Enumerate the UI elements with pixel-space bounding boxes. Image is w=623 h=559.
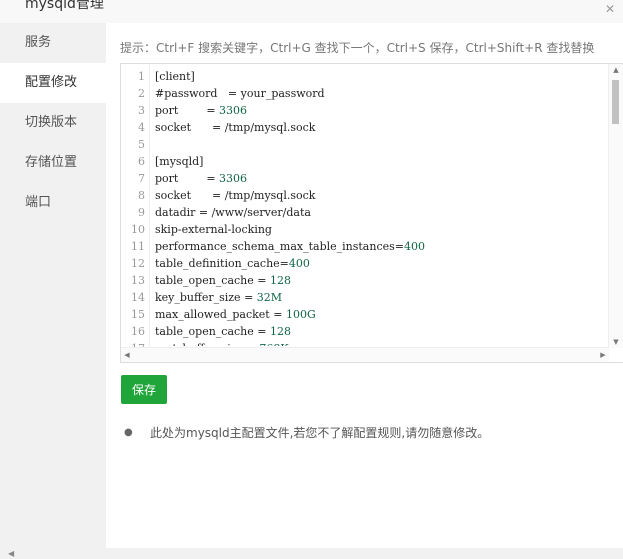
line-number: 9 — [138, 206, 145, 219]
window-titlebar: mysqld管理 ✕ — [0, 0, 623, 24]
sidebar-item-label: 配置修改 — [25, 75, 78, 90]
scroll-left-icon[interactable]: ◀ — [121, 348, 133, 362]
code-line[interactable]: skip-external-locking — [155, 221, 607, 238]
code-line[interactable]: table_open_cache = 128 — [155, 323, 607, 340]
shortcut-tip: 提示：Ctrl+F 搜索关键字，Ctrl+G 查找下一个，Ctrl+S 保存，C… — [120, 41, 595, 55]
code-line[interactable]: [client] — [155, 68, 607, 85]
code-line[interactable]: #password = your_password — [155, 85, 607, 102]
main-panel: 提示：Ctrl+F 搜索关键字，Ctrl+G 查找下一个，Ctrl+S 保存，C… — [106, 23, 623, 548]
sidebar-item-label: 服务 — [25, 35, 52, 50]
line-number: 15 — [131, 308, 145, 321]
line-number: 11 — [131, 240, 145, 253]
sidebar-item-label: 端口 — [25, 195, 52, 210]
config-editor[interactable]: 1234567891011121314151617 [client]#passw… — [120, 63, 623, 363]
close-icon[interactable]: ✕ — [603, 2, 617, 16]
sidebar-item-service[interactable]: 服务 — [0, 23, 106, 63]
sidebar-item-label: 切换版本 — [25, 115, 78, 130]
sidebar-item-label: 存储位置 — [25, 155, 78, 170]
code-line[interactable]: max_allowed_packet = 100G — [155, 306, 607, 323]
code-line[interactable]: performance_schema_max_table_instances=4… — [155, 238, 607, 255]
sidebar-item-config[interactable]: 配置修改 — [0, 63, 106, 103]
line-number: 6 — [138, 155, 145, 168]
code-line[interactable]: sort_buffer_size = 768K — [155, 340, 607, 346]
code-line[interactable]: key_buffer_size = 32M — [155, 289, 607, 306]
config-note: 此处为mysqld主配置文件,若您不了解配置规则,请勿随意修改。 — [150, 426, 490, 440]
scroll-down-icon[interactable]: ▼ — [609, 336, 623, 348]
sidebar-item-storage[interactable]: 存储位置 — [0, 143, 106, 183]
code-line[interactable]: port = 3306 — [155, 170, 607, 187]
scroll-left-icon[interactable]: ◀ — [8, 548, 14, 559]
code-line[interactable]: table_definition_cache=400 — [155, 255, 607, 272]
code-line[interactable]: [mysqld] — [155, 153, 607, 170]
line-number: 3 — [138, 104, 145, 117]
line-number: 12 — [131, 257, 145, 270]
line-number: 7 — [138, 172, 145, 185]
code-line[interactable]: table_open_cache = 128 — [155, 272, 607, 289]
line-number: 13 — [131, 274, 145, 287]
scroll-right-icon[interactable]: ▶ — [597, 348, 609, 362]
scroll-thumb[interactable] — [612, 80, 619, 124]
sidebar: 服务 配置修改 切换版本 存储位置 端口 — [0, 23, 106, 548]
line-number-gutter: 1234567891011121314151617 — [121, 64, 150, 355]
code-line[interactable] — [155, 136, 607, 153]
line-number: 4 — [138, 121, 145, 134]
line-number: 2 — [138, 87, 145, 100]
bullet-icon: ● — [124, 427, 133, 438]
code-area[interactable]: [client] #password = your_password port = … — [155, 68, 607, 346]
line-number: 14 — [131, 291, 145, 304]
sidebar-item-port[interactable]: 端口 — [0, 183, 106, 223]
code-line[interactable]: socket = /tmp/mysql.sock — [155, 187, 607, 204]
code-line[interactable]: port = 3306 — [155, 102, 607, 119]
vertical-scrollbar[interactable]: ▲ ▼ — [608, 64, 623, 348]
horizontal-scrollbar[interactable]: ◀ ▶ — [121, 347, 609, 362]
line-number: 8 — [138, 189, 145, 202]
sidebar-item-version[interactable]: 切换版本 — [0, 103, 106, 143]
line-number: 10 — [131, 223, 145, 236]
line-number: 16 — [131, 325, 145, 338]
line-number: 1 — [138, 70, 145, 83]
code-line[interactable]: socket = /tmp/mysql.sock — [155, 119, 607, 136]
bottom-scrollbar[interactable]: ◀ — [0, 548, 623, 559]
scroll-up-icon[interactable]: ▲ — [609, 64, 623, 76]
window-title: mysqld管理 — [25, 0, 104, 12]
line-number: 5 — [138, 138, 145, 151]
save-button[interactable]: 保存 — [121, 375, 167, 404]
code-line[interactable]: datadir = /www/server/data — [155, 204, 607, 221]
